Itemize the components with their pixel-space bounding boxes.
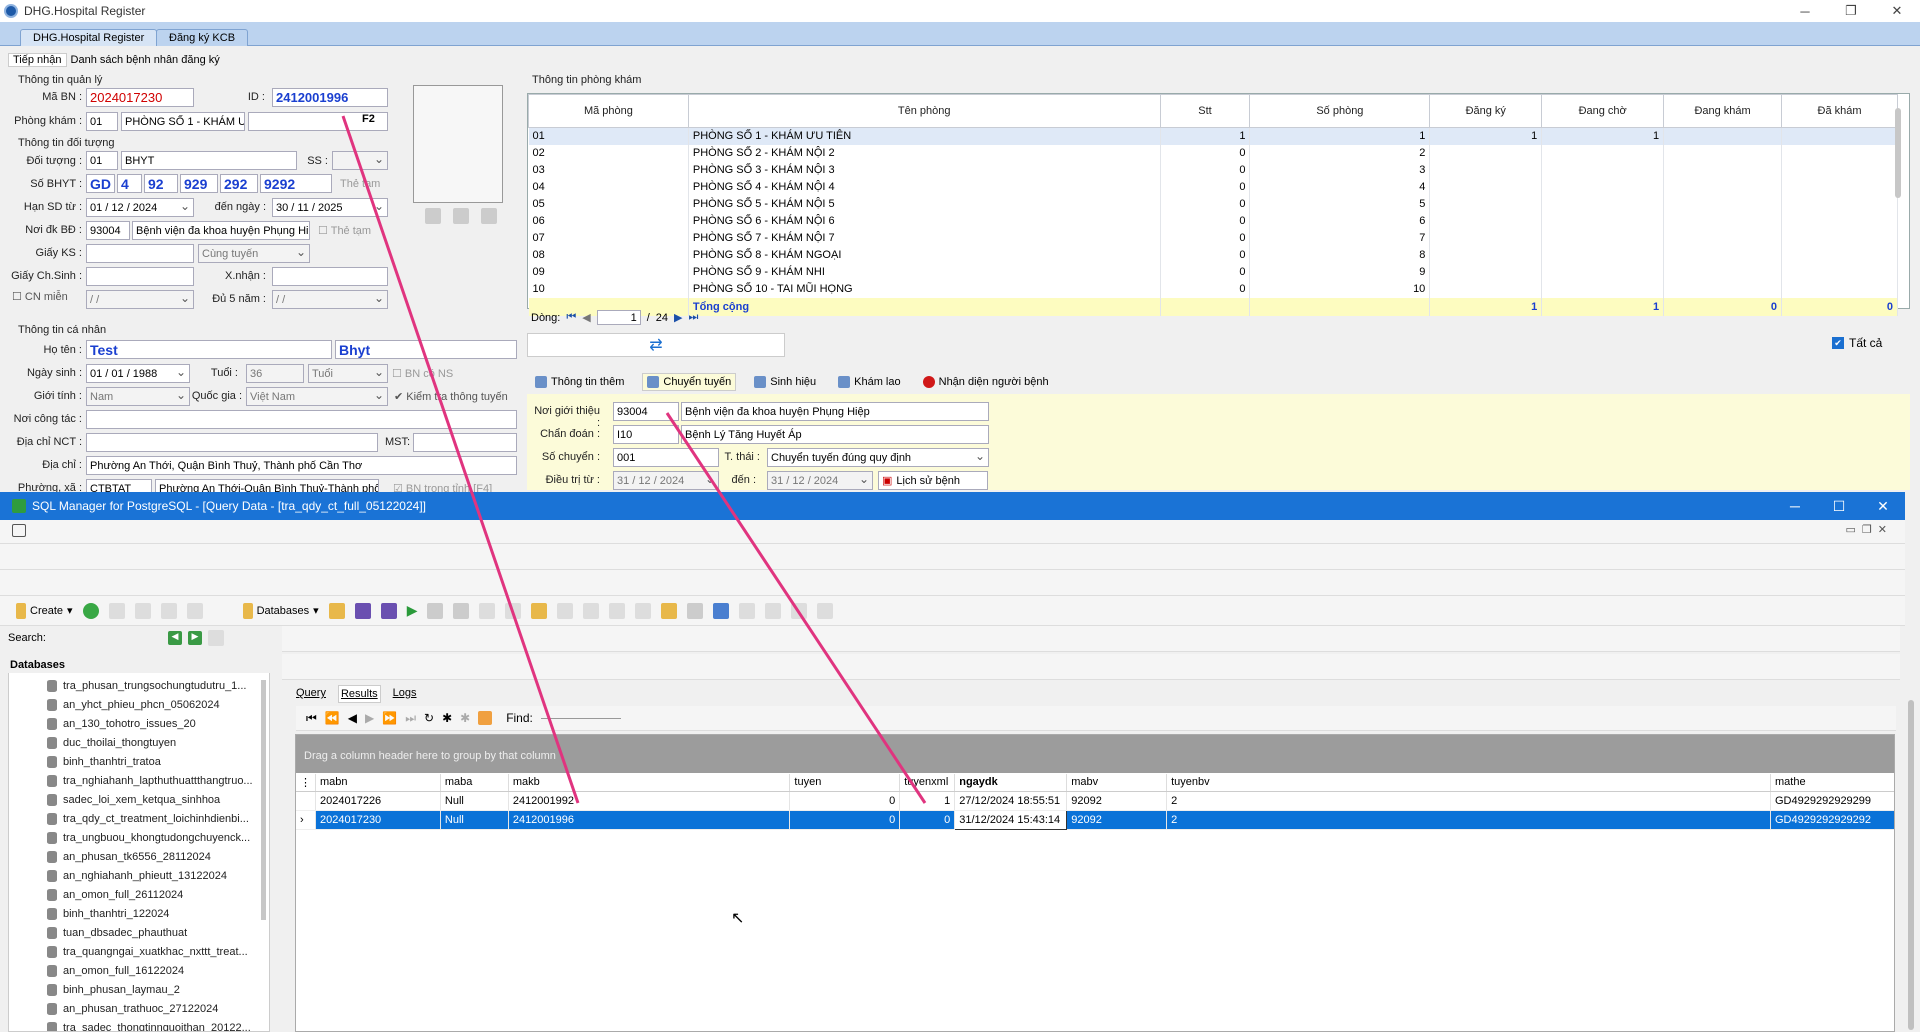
annotation-line-id <box>341 115 580 804</box>
annotation-line-referral <box>665 412 927 804</box>
databases-header: Databases <box>8 657 270 673</box>
mouse-cursor-icon: ↖ <box>731 910 745 927</box>
annotation-overlay <box>341 115 927 804</box>
